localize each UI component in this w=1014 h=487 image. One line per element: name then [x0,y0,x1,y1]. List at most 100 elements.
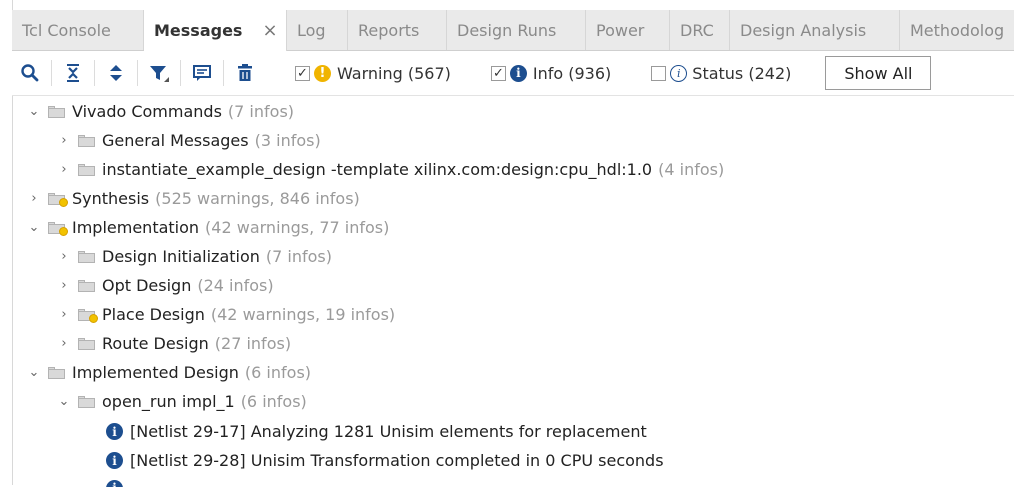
tree-row-label: instantiate_example_design -template xil… [102,160,652,179]
tree-row-count: (3 infos) [255,131,321,150]
tab-label: Methodolog [910,21,1004,40]
message-row-partial[interactable]: i [106,475,130,487]
folder-icon [78,164,95,176]
message-row[interactable]: i [Netlist 29-17] Analyzing 1281 Unisim … [106,417,647,446]
toolbar: ✓ ! Warning (567) ✓ i Info (936) i Statu… [12,51,1014,96]
message-view-button[interactable] [184,57,220,89]
message-text: [Netlist 29-28] Unisim Transformation co… [130,451,664,470]
chevron-right-icon[interactable]: › [56,307,72,322]
chevron-down-icon[interactable]: ⌄ [26,365,42,380]
filter-button[interactable] [141,57,177,89]
tab-label: Power [596,21,644,40]
messages-tree: ⌄ Vivado Commands (7 infos) › General Me… [12,97,1014,485]
tree-row-label: Opt Design [102,276,191,295]
search-button[interactable] [12,57,48,89]
tree-row-count: (525 warnings, 846 infos) [155,189,360,208]
tree-row-label: Route Design [102,334,209,353]
folder-icon [48,106,65,118]
tree-row-count: (24 infos) [197,276,273,295]
trash-icon [236,63,254,83]
warning-filter-checkbox[interactable]: ✓ ! Warning (567) [295,64,451,83]
folder-warning-icon [48,222,65,234]
tree-row-synthesis[interactable]: › Synthesis (525 warnings, 846 infos) [26,184,360,213]
tab-label: Log [297,21,326,40]
tree-row-count: (7 infos) [228,102,294,121]
tab-drc[interactable]: DRC [670,10,730,50]
checkbox[interactable] [651,66,666,81]
tab-label: Tcl Console [22,21,111,40]
search-icon [20,63,40,83]
tab-design-runs[interactable]: Design Runs [447,10,586,50]
info-icon: i [106,452,123,469]
tab-label: Reports [358,21,419,40]
warning-icon: ! [314,65,331,82]
info-filter-label: Info (936) [533,64,611,83]
tab-messages[interactable]: Messages × [144,10,287,51]
collapse-all-icon [64,63,82,83]
close-icon[interactable]: × [262,20,277,41]
tree-row-label: Vivado Commands [72,102,222,121]
chevron-right-icon[interactable]: › [56,278,72,293]
tree-row-count: (42 warnings, 19 infos) [211,305,395,324]
tree-row-label: Design Initialization [102,247,260,266]
tab-tcl-console[interactable]: Tcl Console [12,10,144,50]
tree-row-count: (4 infos) [658,160,724,179]
folder-icon [78,338,95,350]
tree-row-instantiate[interactable]: › instantiate_example_design -template x… [56,155,724,184]
tree-row-label: Implementation [72,218,199,237]
info-icon: i [106,423,123,440]
message-icon [192,64,212,82]
tree-row-general-messages[interactable]: › General Messages (3 infos) [56,126,321,155]
warning-filter-label: Warning (567) [337,64,451,83]
message-row[interactable]: i [Netlist 29-28] Unisim Transformation … [106,446,664,475]
toolbar-separator [223,60,224,86]
show-all-button[interactable]: Show All [825,56,931,90]
folder-icon [78,396,95,408]
info-icon: i [106,480,123,487]
tab-design-analysis[interactable]: Design Analysis [730,10,900,50]
tree-row-implementation[interactable]: ⌄ Implementation (42 warnings, 77 infos) [26,213,389,242]
checkbox[interactable]: ✓ [491,66,506,81]
chevron-right-icon[interactable]: › [56,336,72,351]
message-text: [Netlist 29-17] Analyzing 1281 Unisim el… [130,422,647,441]
tree-row-implemented-design[interactable]: ⌄ Implemented Design (6 infos) [26,358,311,387]
tree-row-label: Place Design [102,305,205,324]
tree-row-count: (6 infos) [245,363,311,382]
chevron-down-icon[interactable]: ⌄ [56,394,72,409]
tree-row-route-design[interactable]: › Route Design (27 infos) [56,329,291,358]
chevron-down-icon[interactable]: ⌄ [26,220,42,235]
tab-label: Design Analysis [740,21,866,40]
expand-all-button[interactable] [98,57,134,89]
status-filter-label: Status (242) [692,64,791,83]
tab-power[interactable]: Power [586,10,670,50]
tree-row-label: Implemented Design [72,363,239,382]
collapse-all-button[interactable] [55,57,91,89]
tab-reports[interactable]: Reports [348,10,447,50]
tree-row-label: General Messages [102,131,249,150]
chevron-right-icon[interactable]: › [56,133,72,148]
delete-button[interactable] [227,57,263,89]
tab-log[interactable]: Log [287,10,348,50]
checkbox[interactable]: ✓ [295,66,310,81]
tree-row-place-design[interactable]: › Place Design (42 warnings, 19 infos) [56,300,395,329]
tree-row-open-run[interactable]: ⌄ open_run impl_1 (6 infos) [56,387,307,416]
chevron-down-icon[interactable]: ⌄ [26,104,42,119]
folder-icon [78,251,95,263]
status-filter-checkbox[interactable]: i Status (242) [651,64,791,83]
tab-label: Design Runs [457,21,556,40]
tree-row-vivado-commands[interactable]: ⌄ Vivado Commands (7 infos) [26,97,294,126]
toolbar-separator [137,60,138,86]
info-filter-checkbox[interactable]: ✓ i Info (936) [491,64,611,83]
filter-icon [148,63,170,83]
tab-methodology[interactable]: Methodolog [900,10,1014,50]
tab-bar: Tcl Console Messages × Log Reports Desig… [12,10,1014,51]
chevron-right-icon[interactable]: › [56,249,72,264]
tree-row-design-initialization[interactable]: › Design Initialization (7 infos) [56,242,332,271]
toolbar-separator [94,60,95,86]
chevron-right-icon[interactable]: › [26,191,42,206]
tree-row-label: Synthesis [72,189,149,208]
tab-label: Messages [154,21,242,40]
chevron-right-icon[interactable]: › [56,162,72,177]
expand-all-icon [107,63,125,83]
tree-row-opt-design[interactable]: › Opt Design (24 infos) [56,271,274,300]
